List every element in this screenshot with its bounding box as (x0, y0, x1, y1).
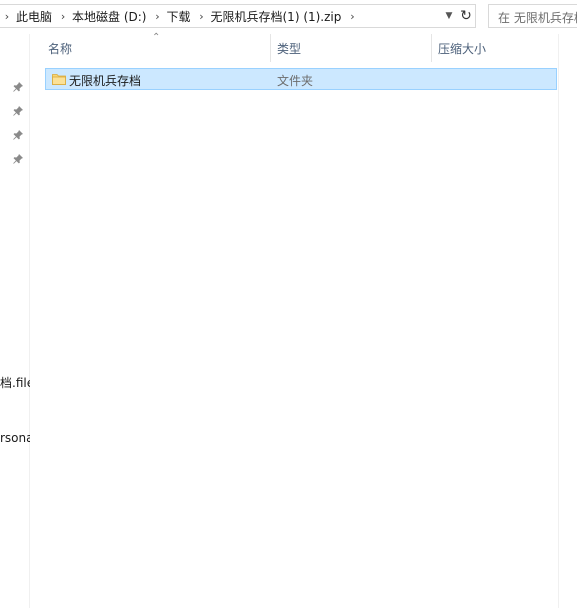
column-header-name[interactable]: 名称 (42, 34, 271, 62)
breadcrumb-downloads[interactable]: 下载 (164, 8, 194, 25)
pin-icon[interactable] (13, 130, 23, 140)
nav-item-file[interactable]: 档.file (0, 374, 30, 391)
address-dropdown-icon[interactable]: ▼ (442, 5, 456, 27)
file-type: 文件夹 (277, 74, 314, 88)
breadcrumb-this-pc[interactable]: 此电脑 (14, 8, 56, 25)
chevron-right-icon[interactable]: › (345, 10, 359, 23)
chevron-right-icon[interactable]: › (150, 10, 164, 23)
folder-icon (52, 74, 66, 85)
nav-item-personal[interactable]: rsona (0, 431, 30, 445)
pin-icon[interactable] (13, 82, 23, 92)
column-header-compressed-size[interactable]: 压缩大小 (432, 34, 558, 62)
search-input[interactable]: 在 无限机兵存档 (488, 4, 577, 28)
chevron-right-icon[interactable]: › (195, 10, 209, 23)
pin-icon[interactable] (13, 106, 23, 116)
address-bar[interactable]: › 此电脑 › 本地磁盘 (D:) › 下载 › 无限机兵存档(1) (1).z… (0, 4, 476, 28)
breadcrumb-zip[interactable]: 无限机兵存档(1) (1).zip (209, 8, 346, 25)
search-placeholder: 在 无限机兵存档 (498, 11, 577, 25)
chevron-right-icon[interactable]: › (56, 10, 70, 23)
file-list: ⌃ 名称 类型 压缩大小 无限机兵存档 文件夹 (31, 32, 558, 608)
chevron-right-icon[interactable]: › (0, 10, 14, 23)
breadcrumb: › 此电脑 › 本地磁盘 (D:) › 下载 › 无限机兵存档(1) (1).z… (0, 5, 359, 27)
column-header-type[interactable]: 类型 (271, 34, 431, 62)
breadcrumb-local-disk[interactable]: 本地磁盘 (D:) (70, 8, 150, 25)
file-name: 无限机兵存档 (69, 74, 142, 88)
navigation-pane[interactable]: 档.file rsona (0, 34, 30, 608)
table-row[interactable]: 无限机兵存档 文件夹 (45, 68, 557, 90)
pane-divider (558, 34, 559, 608)
pin-icon[interactable] (13, 154, 23, 164)
refresh-icon[interactable]: ↻ (458, 5, 474, 27)
